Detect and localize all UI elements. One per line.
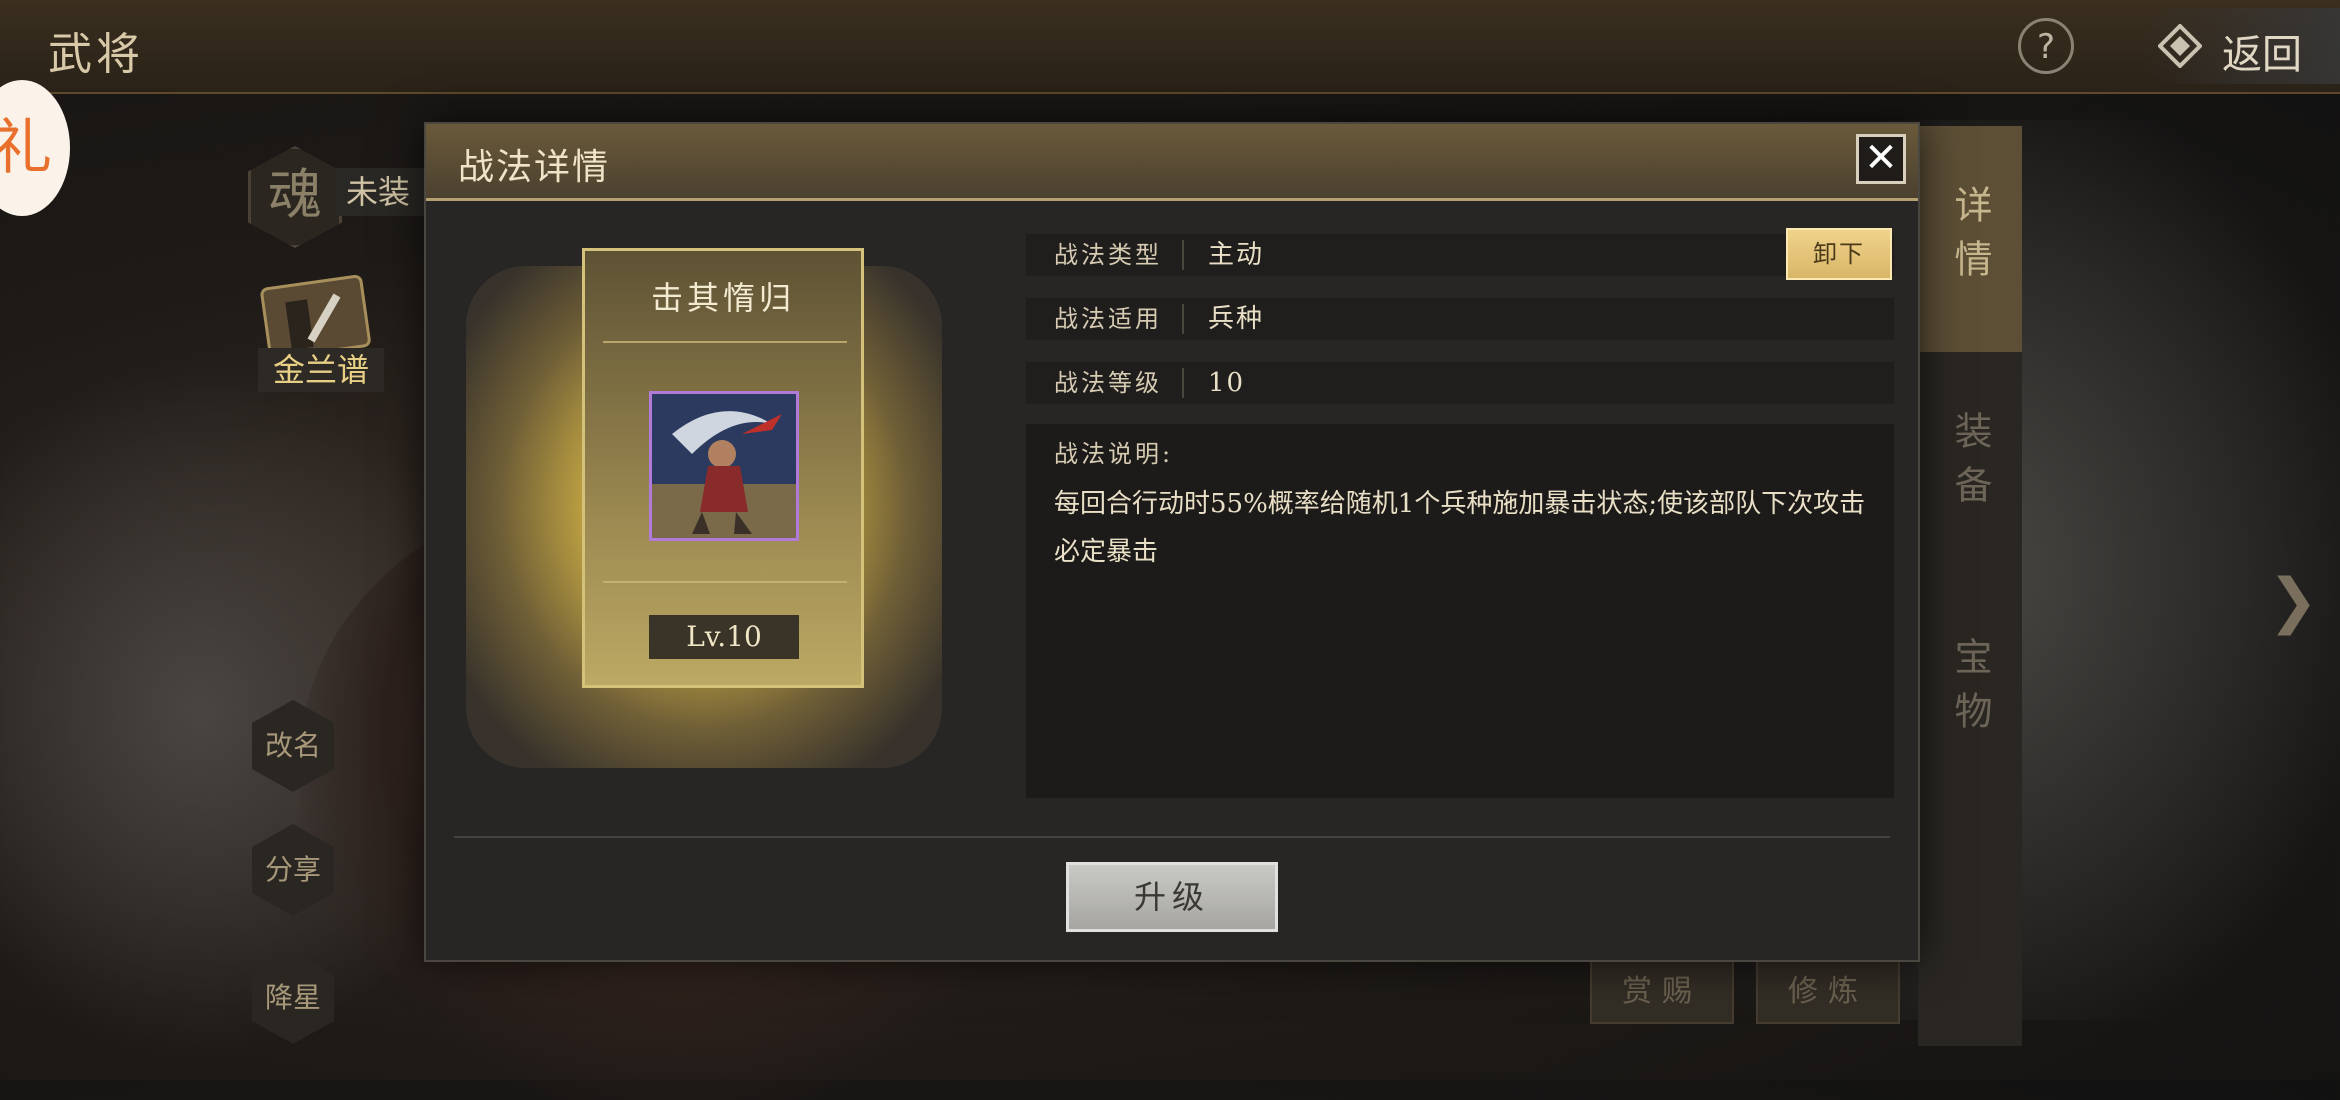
info-row-level: 战法等级 10 xyxy=(1026,362,1894,404)
info-separator xyxy=(1182,368,1184,398)
upgrade-button[interactable]: 升级 xyxy=(1066,862,1278,932)
top-bar: 武将 ? 返回 xyxy=(0,0,2340,94)
info-key: 战法适用 xyxy=(1054,305,1162,333)
info-key: 战法类型 xyxy=(1054,241,1162,269)
page-title: 武将 xyxy=(48,29,144,80)
info-value: 10 xyxy=(1208,368,1246,398)
close-icon[interactable]: ✕ xyxy=(1856,134,1906,184)
skill-card: 击其惰归 Lv.10 xyxy=(582,248,864,688)
modal-divider xyxy=(454,836,1890,838)
book-label: 金兰谱 xyxy=(258,348,384,392)
soul-icon[interactable]: 魂 xyxy=(248,146,342,248)
card-divider-bottom xyxy=(603,581,847,583)
unequip-button[interactable]: 卸下 xyxy=(1786,228,1892,280)
description-text: 每回合行动时55%概率给随机1个兵种施加暴击状态;使该部队下次攻击必定暴击 xyxy=(1054,489,1866,567)
help-icon[interactable]: ? xyxy=(2018,18,2074,74)
skill-detail-modal: 战法详情 ✕ 击其惰归 Lv.10 战法类型 主动 卸下 战法适用 兵种 战法等… xyxy=(424,122,1920,962)
description-box: 战法说明: 每回合行动时55%概率给随机1个兵种施加暴击状态;使该部队下次攻击必… xyxy=(1026,424,1894,798)
back-icon xyxy=(2158,24,2202,68)
info-row-type: 战法类型 主动 xyxy=(1026,234,1894,276)
info-value: 主动 xyxy=(1208,240,1265,270)
back-label: 返回 xyxy=(2222,32,2302,78)
info-row-applicable: 战法适用 兵种 xyxy=(1026,298,1894,340)
skill-level-badge: Lv.10 xyxy=(649,615,799,659)
description-title: 战法说明: xyxy=(1054,440,1174,468)
modal-header: 战法详情 ✕ xyxy=(426,124,1918,201)
card-divider-top xyxy=(603,341,847,343)
soul-status-label: 未装 xyxy=(336,168,436,216)
info-separator xyxy=(1182,240,1184,270)
info-separator xyxy=(1182,304,1184,334)
info-value: 兵种 xyxy=(1208,304,1265,334)
skill-name: 击其惰归 xyxy=(650,279,795,317)
tab-treasure[interactable]: 宝物 xyxy=(1918,578,2022,804)
train-button[interactable]: 修炼 xyxy=(1756,960,1900,1024)
back-button[interactable]: 返回 xyxy=(2140,8,2340,84)
modal-title: 战法详情 xyxy=(458,147,611,188)
gift-icon[interactable]: 礼 xyxy=(0,80,70,216)
right-tab-column: 详情 装备 宝物 xyxy=(1918,126,2022,1046)
chevron-right-icon[interactable]: ❯ xyxy=(2268,566,2318,636)
reward-button[interactable]: 赏赐 xyxy=(1590,960,1734,1024)
tab-details[interactable]: 详情 xyxy=(1918,126,2022,352)
info-key: 战法等级 xyxy=(1054,369,1162,397)
skill-portrait xyxy=(649,391,799,541)
tab-equipment[interactable]: 装备 xyxy=(1918,352,2022,578)
